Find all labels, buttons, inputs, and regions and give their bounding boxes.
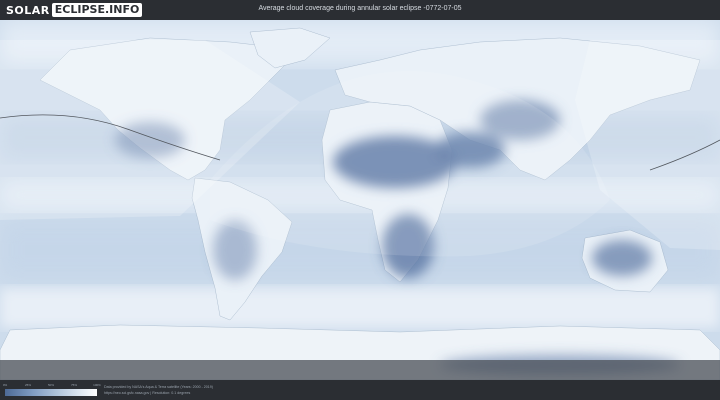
australia-clear [592,240,652,276]
legend-tick-75: 75% [70,383,78,387]
legend-ticks: 0% 25% 50% 75% 100% [2,383,101,389]
legend-tick-25: 25% [24,383,32,387]
credit-line-2[interactable]: https://neo.sci.gsfc.nasa.gov | Resoluti… [104,390,213,396]
southern-storm-band [0,288,720,328]
cloud-coverage-legend: 0% 25% 50% 75% 100% [2,383,101,396]
map-svg [0,20,720,380]
legend-tick-0: 0% [2,383,8,387]
legend-tick-100: 100% [93,383,101,387]
page: SOLAR ECLIPSE.INFO Average cloud coverag… [0,0,720,400]
cloud-coverage-map[interactable] [0,20,720,380]
data-credits: Data provided by NASA's Aqua & Terra sat… [104,384,213,396]
footer: 0% 25% 50% 75% 100% Data provided by NAS… [0,380,720,400]
page-title: Average cloud coverage during annular so… [258,5,462,12]
top-bar: SOLAR ECLIPSE.INFO Average cloud coverag… [0,0,720,20]
legend-tick-50: 50% [47,383,55,387]
map-bottom-shadow [0,360,720,380]
legend-color-bar [5,389,97,396]
